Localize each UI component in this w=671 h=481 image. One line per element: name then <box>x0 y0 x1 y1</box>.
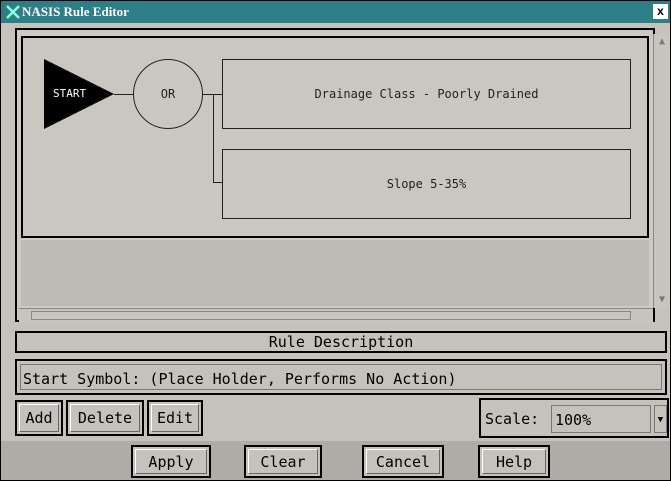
or-label: OR <box>160 87 176 101</box>
x-logo-icon <box>6 5 20 19</box>
clear-button[interactable]: Clear <box>244 445 322 478</box>
scroll-up-arrow-icon[interactable]: ▲ <box>656 36 668 48</box>
cancel-button-label: Cancel <box>366 449 440 474</box>
cancel-button[interactable]: Cancel <box>362 445 444 478</box>
help-button[interactable]: Help <box>478 445 550 478</box>
scale-control: Scale: 100% ▼ <box>479 398 669 438</box>
rule-description-text[interactable]: Start Symbol: (Place Holder, Performs No… <box>20 364 662 390</box>
start-label: START <box>53 87 87 100</box>
action-bar <box>1 441 670 480</box>
help-button-label: Help <box>482 449 546 474</box>
edit-button[interactable]: Edit <box>147 400 203 436</box>
rule-node-label: Slope 5-35% <box>386 177 467 191</box>
horizontal-scrollbar[interactable] <box>19 308 653 323</box>
chevron-down-icon[interactable]: ▼ <box>654 405 667 433</box>
connector-line <box>114 94 133 95</box>
rule-node-slope[interactable]: Slope 5-35% <box>222 149 631 219</box>
scrollbar-thumb[interactable] <box>31 311 631 320</box>
connector-line <box>213 94 214 182</box>
apply-button[interactable]: Apply <box>131 445 211 478</box>
apply-button-label: Apply <box>135 449 207 474</box>
rule-node-drainage[interactable]: Drainage Class - Poorly Drained <box>222 59 631 129</box>
add-button[interactable]: Add <box>15 400 63 436</box>
edit-button-label: Edit <box>151 404 199 432</box>
title-bar[interactable]: NASIS Rule Editor x <box>1 1 670 23</box>
diagram-empty-area[interactable] <box>21 240 649 306</box>
scale-label: Scale: <box>485 410 540 428</box>
rule-editor-window: NASIS Rule Editor x START OR Drainage Cl… <box>0 0 671 481</box>
start-symbol[interactable]: START <box>44 59 114 129</box>
rule-node-label: Drainage Class - Poorly Drained <box>314 87 539 101</box>
or-node[interactable]: OR <box>133 59 203 129</box>
clear-button-label: Clear <box>248 449 318 474</box>
connector-line <box>213 182 222 183</box>
delete-button[interactable]: Delete <box>66 400 144 436</box>
close-button[interactable]: x <box>653 4 668 19</box>
rule-description-field: Start Symbol: (Place Holder, Performs No… <box>15 359 667 395</box>
delete-button-label: Delete <box>70 404 140 432</box>
vertical-scrollbar[interactable]: ▲ ▼ <box>653 34 670 308</box>
scroll-down-arrow-icon[interactable]: ▼ <box>656 294 668 306</box>
scale-input[interactable]: 100% <box>551 405 651 433</box>
rule-description-header: Rule Description <box>15 331 667 353</box>
window-title: NASIS Rule Editor <box>22 4 129 19</box>
add-button-label: Add <box>19 404 59 432</box>
